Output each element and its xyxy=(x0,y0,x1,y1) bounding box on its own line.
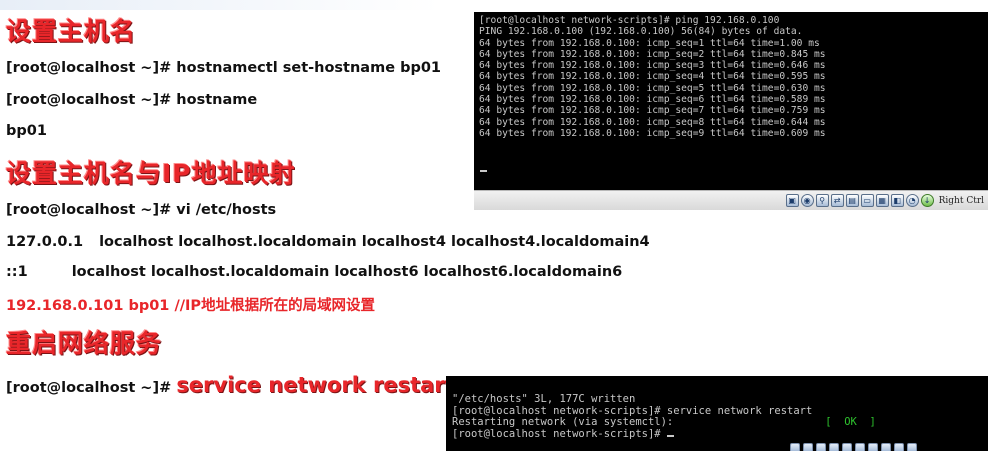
terminal-line: 64 bytes from 192.168.0.100: icmp_seq=3 … xyxy=(479,60,826,72)
terminal-line: [root@localhost network-scripts]# ping 1… xyxy=(479,15,780,26)
terminal-cursor xyxy=(480,170,487,172)
terminal-restart-window[interactable]: "/etc/hosts" 3L, 177C written [root@loca… xyxy=(446,376,988,451)
vm-status-bar: ▣ ◉ ⚲ ⇄ ▤ ▭ ▦ ◧ ◔ ↓ Right Ctrl xyxy=(474,190,988,210)
hosts-line-ipv6: ::1 localhost localhost.localdomain local… xyxy=(6,264,622,280)
restart-prompt: [root@localhost ~]# xyxy=(6,380,172,396)
restart-status-text: Restarting network (via systemctl): xyxy=(452,416,674,428)
command-set-hostname: [root@localhost ~]# hostnamectl set-host… xyxy=(6,60,442,76)
cd-icon[interactable]: ◉ xyxy=(800,194,814,207)
heading-host-ip-mapping: 设置主机名与IP地址映射 xyxy=(6,159,296,188)
terminal-line: 64 bytes from 192.168.0.100: icmp_seq=2 … xyxy=(479,48,826,60)
keyboard-capture-icon[interactable] xyxy=(907,443,917,451)
command-hostname: [root@localhost ~]# hostname xyxy=(6,92,258,108)
usb-icon[interactable] xyxy=(816,443,826,451)
cpu-icon[interactable]: ◧ xyxy=(890,194,904,207)
heading-restart-network: 重启网络服务 xyxy=(6,329,163,358)
network-icon[interactable] xyxy=(829,443,839,451)
terminal-line: 64 bytes from 192.168.0.100: icmp_seq=6 … xyxy=(479,94,826,106)
ok-status: [ OK ] xyxy=(825,416,876,428)
terminal-ping-window[interactable]: [root@localhost network-scripts]# ping 1… xyxy=(474,12,988,190)
video-capture-icon[interactable] xyxy=(868,443,878,451)
hosts-ipv4-address: 127.0.0.1 xyxy=(6,234,84,250)
terminal-line: [root@localhost network-scripts]# xyxy=(452,427,988,441)
host-key-label: Right Ctrl xyxy=(938,195,984,206)
hosts-ipv6-names: localhost localhost.localdomain localhos… xyxy=(71,264,623,280)
restart-command: service network restart xyxy=(176,373,455,397)
terminal-line: "/etc/hosts" 3L, 177C written xyxy=(452,393,636,405)
terminal-line: 64 bytes from 192.168.0.100: icmp_seq=4 … xyxy=(479,71,826,83)
shared-folder-icon[interactable] xyxy=(842,443,852,451)
usb-icon[interactable]: ⚲ xyxy=(815,194,829,207)
vm-status-bar-2 xyxy=(790,443,988,451)
terminal-line: 64 bytes from 192.168.0.100: icmp_seq=1 … xyxy=(479,37,820,49)
shared-folder-icon[interactable]: ▤ xyxy=(845,194,859,207)
hosts-line-ipv4: 127.0.0.1 localhost localhost.localdomain… xyxy=(6,234,650,250)
hosts-ipv6-address: ::1 xyxy=(6,264,28,280)
command-restart-network: [root@localhost ~]# service network rest… xyxy=(6,373,455,397)
heading-set-hostname: 设置主机名 xyxy=(6,17,137,46)
top-gradient-strip xyxy=(0,0,440,10)
terminal-line: 64 bytes from 192.168.0.100: icmp_seq=8 … xyxy=(479,116,826,128)
cpu-icon[interactable] xyxy=(881,443,891,451)
hdd-icon[interactable] xyxy=(790,443,800,451)
hosts-line-bp01: 192.168.0.101 bp01 //IP地址根据所在的局域网设置 xyxy=(6,298,376,314)
display-icon[interactable] xyxy=(855,443,865,451)
mouse-icon[interactable]: ◔ xyxy=(905,194,919,207)
hostname-output: bp01 xyxy=(6,123,47,139)
terminal-cursor xyxy=(666,434,674,437)
terminal-line: 64 bytes from 192.168.0.100: icmp_seq=5 … xyxy=(479,82,826,94)
video-capture-icon[interactable]: ▦ xyxy=(875,194,889,207)
display-icon[interactable]: ▭ xyxy=(860,194,874,207)
hosts-ipv4-names: localhost localhost.localdomain localhos… xyxy=(99,234,650,250)
keyboard-capture-icon[interactable]: ↓ xyxy=(920,194,934,207)
terminal-line: 64 bytes from 192.168.0.100: icmp_seq=9 … xyxy=(479,127,826,139)
terminal-line: 64 bytes from 192.168.0.100: icmp_seq=7 … xyxy=(479,105,826,117)
terminal-line: PING 192.168.0.100 (192.168.0.100) 56(84… xyxy=(479,26,803,38)
mouse-icon[interactable] xyxy=(894,443,904,451)
command-vi-hosts: [root@localhost ~]# vi /etc/hosts xyxy=(6,202,277,218)
terminal-prompt: [root@localhost network-scripts]# xyxy=(452,427,667,440)
network-icon[interactable]: ⇄ xyxy=(830,194,844,207)
cd-icon[interactable] xyxy=(803,443,813,451)
hdd-icon[interactable]: ▣ xyxy=(785,194,799,207)
